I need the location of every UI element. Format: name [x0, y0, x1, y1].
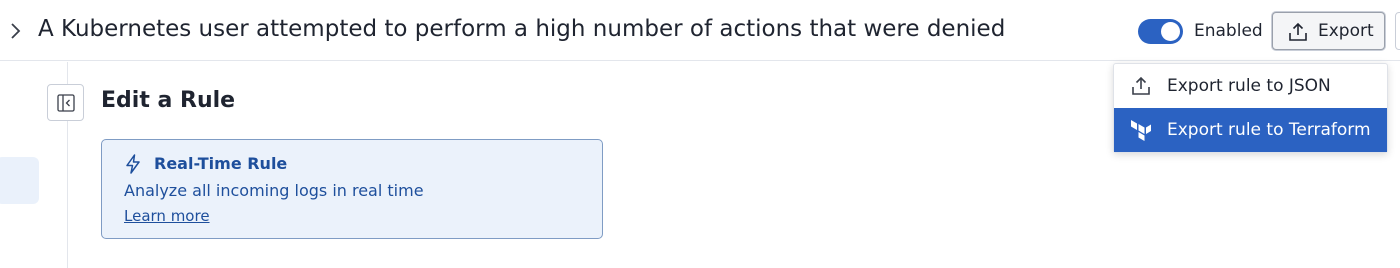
sidebar-item-active[interactable]: [0, 157, 39, 204]
export-button-label: Export: [1318, 21, 1374, 41]
real-time-rule-card: Real-Time Rule Analyze all incoming logs…: [101, 139, 603, 239]
page-header: A Kubernetes user attempted to perform a…: [0, 0, 1400, 61]
enabled-label: Enabled: [1194, 21, 1263, 41]
menu-item-label: Export rule to Terraform: [1167, 120, 1371, 140]
export-button[interactable]: Export: [1272, 12, 1385, 50]
collapse-panel-icon: [57, 94, 75, 112]
menu-item-export-json[interactable]: Export rule to JSON: [1114, 64, 1387, 108]
terraform-icon: [1131, 120, 1151, 141]
chevron-right-icon[interactable]: [9, 22, 23, 40]
export-menu: Export rule to JSON Export rule to Terra…: [1113, 63, 1388, 153]
toggle-knob: [1161, 22, 1180, 41]
more-button[interactable]: [1395, 12, 1400, 50]
rule-title: A Kubernetes user attempted to perform a…: [38, 16, 1006, 42]
learn-more-link[interactable]: Learn more: [124, 207, 210, 225]
section-title: Edit a Rule: [101, 88, 236, 113]
upload-icon: [1289, 22, 1307, 41]
card-description: Analyze all incoming logs in real time: [124, 181, 424, 200]
card-title: Real-Time Rule: [154, 154, 288, 173]
lightning-bolt-icon: [126, 154, 140, 174]
upload-icon: [1132, 76, 1150, 95]
menu-item-label: Export rule to JSON: [1167, 76, 1331, 96]
menu-item-export-terraform[interactable]: Export rule to Terraform: [1114, 108, 1387, 152]
collapse-sidebar-button[interactable]: [47, 84, 84, 121]
enabled-toggle[interactable]: [1138, 19, 1183, 44]
